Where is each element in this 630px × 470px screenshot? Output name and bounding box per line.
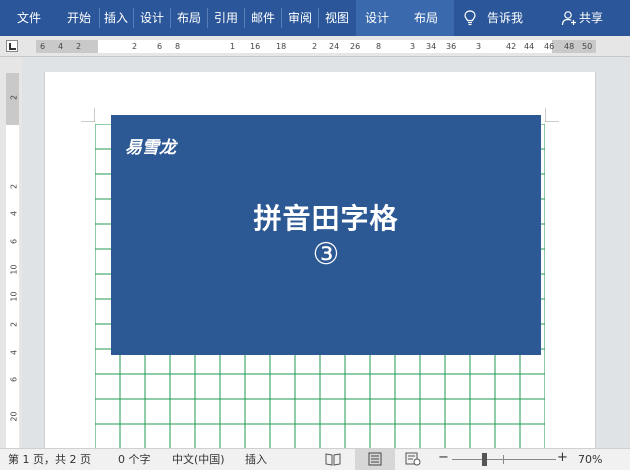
tab-separator: [281, 8, 282, 28]
vertical-ruler[interactable]: 2 2 4 6 10 10 2 4 6 20: [0, 57, 22, 448]
ruler-number: 6: [9, 376, 19, 383]
ruler-number: 2: [312, 42, 318, 51]
page-count[interactable]: 第 1 页，共 2 页: [8, 453, 91, 467]
tab-design[interactable]: 设计: [135, 0, 169, 36]
ruler-margin: [36, 40, 98, 53]
tab-separator: [244, 8, 245, 28]
ribbon-tab-bar: 文件 开始 插入 设计 布局 引用 邮件 审阅 视图 设计 布局 告诉我 共享: [0, 0, 630, 36]
ruler-number: 34: [426, 42, 437, 51]
insert-mode-indicator[interactable]: 插入: [245, 453, 267, 467]
ruler-number: 6: [157, 42, 163, 51]
ruler-number: 46: [544, 42, 555, 51]
zoom-level[interactable]: 70%: [578, 453, 602, 467]
ruler-number: 44: [524, 42, 535, 51]
ruler-number: 36: [446, 42, 457, 51]
title-banner[interactable]: 易雪龙 拼音田字格 ③: [111, 115, 541, 355]
ruler-number: 50: [582, 42, 593, 51]
zoom-in-button[interactable]: +: [557, 451, 568, 465]
ruler-number: 3: [476, 42, 482, 51]
ruler-number: 16: [250, 42, 261, 51]
ruler-number: 48: [564, 42, 575, 51]
ruler-number: 2: [9, 321, 19, 328]
lightbulb-icon[interactable]: [463, 10, 477, 26]
read-mode-icon[interactable]: [325, 452, 341, 466]
tab-separator: [318, 8, 319, 28]
zoom-out-button[interactable]: −: [438, 451, 449, 465]
ruler-number: 6: [40, 42, 46, 51]
ruler-number: 8: [376, 42, 382, 51]
zoom-slider-track[interactable]: [452, 459, 556, 460]
zoom-slider-thumb[interactable]: [482, 453, 487, 466]
web-layout-icon[interactable]: [405, 452, 421, 466]
margin-corner-mark: [81, 108, 95, 122]
tab-table-layout[interactable]: 布局: [398, 0, 454, 36]
ruler-strip: [6, 73, 19, 448]
ruler-number: 24: [329, 42, 340, 51]
status-bar: 第 1 页，共 2 页 0 个字 中文(中国) 插入 − + 70%: [0, 448, 630, 470]
ruler-number: 2: [9, 94, 19, 101]
tab-view[interactable]: 视图: [320, 0, 354, 36]
ruler-number: 26: [350, 42, 361, 51]
ruler-number: 4: [9, 349, 19, 356]
ruler-number: 18: [276, 42, 287, 51]
ruler-number: 10: [9, 264, 19, 275]
ruler-number: 4: [58, 42, 64, 51]
tab-review[interactable]: 审阅: [283, 0, 317, 36]
horizontal-ruler[interactable]: 6 4 2 2 6 8 1 16 18 2 24 26 8 3 34 36 3 …: [0, 36, 630, 57]
ruler-number: 8: [175, 42, 181, 51]
language-indicator[interactable]: 中文(中国): [172, 453, 225, 467]
ruler-number: 1: [230, 42, 236, 51]
ruler-number: 2: [132, 42, 138, 51]
tab-mailings[interactable]: 邮件: [246, 0, 280, 36]
ruler-number: 10: [9, 291, 19, 302]
ruler-number: 2: [76, 42, 82, 51]
tab-table-design[interactable]: 设计: [356, 0, 398, 36]
ruler-number: 42: [506, 42, 517, 51]
tab-separator: [133, 8, 134, 28]
tab-separator: [170, 8, 171, 28]
ruler-number: 4: [9, 210, 19, 217]
circled-number: ③: [312, 237, 340, 272]
ruler-number: 20: [9, 411, 19, 422]
ruler-number: 2: [9, 183, 19, 190]
document-page[interactable]: 易雪龙 拼音田字格 ③: [44, 72, 596, 448]
tab-layout[interactable]: 布局: [172, 0, 206, 36]
print-layout-icon[interactable]: [367, 452, 383, 466]
ruler-number: 6: [9, 238, 19, 245]
tab-home[interactable]: 开始: [60, 0, 98, 36]
margin-corner-mark: [545, 108, 559, 122]
tab-file[interactable]: 文件: [6, 0, 52, 36]
share-button[interactable]: 共享: [579, 0, 611, 36]
headline-title: 拼音田字格: [253, 202, 399, 235]
tab-stop-selector[interactable]: [6, 40, 18, 52]
brand-logo: 易雪龙: [125, 138, 176, 158]
ruler-number: 3: [410, 42, 416, 51]
share-person-icon[interactable]: [561, 10, 577, 26]
tab-insert[interactable]: 插入: [100, 0, 132, 36]
tell-me-button[interactable]: 告诉我: [487, 0, 533, 36]
zoom-slider-center-tick: [503, 455, 504, 464]
tab-separator: [207, 8, 208, 28]
tab-references[interactable]: 引用: [209, 0, 243, 36]
word-count[interactable]: 0 个字: [118, 453, 151, 467]
